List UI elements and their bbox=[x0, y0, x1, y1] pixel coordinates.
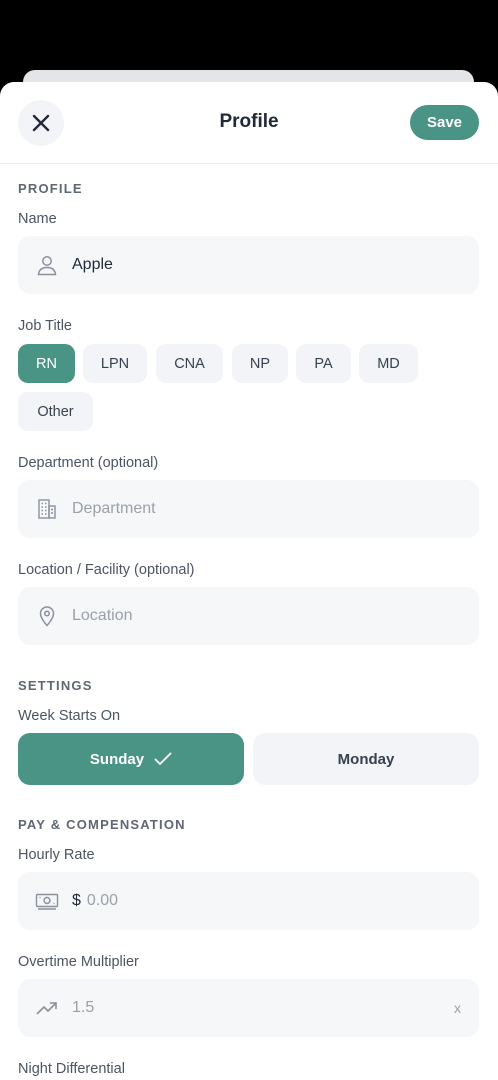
hourly-rate-placeholder: 0.00 bbox=[86, 892, 119, 909]
name-value: Apple bbox=[72, 256, 113, 273]
pay-section-label: PAY & COMPENSATION bbox=[18, 817, 186, 832]
monday-label: Monday bbox=[337, 750, 395, 768]
week-start-label: Week Starts On bbox=[18, 708, 121, 724]
checkmark-icon bbox=[154, 752, 172, 765]
overtime-field[interactable]: 1.5 x bbox=[18, 979, 479, 1037]
person-icon bbox=[35, 253, 59, 277]
department-field[interactable]: Department bbox=[18, 480, 479, 538]
job-chip-other[interactable]: Other bbox=[18, 392, 93, 431]
currency-symbol: $ bbox=[72, 892, 81, 909]
night-differential-label: Night Differential bbox=[18, 1061, 125, 1077]
save-button[interactable]: Save bbox=[410, 105, 479, 140]
location-label: Location / Facility (optional) bbox=[18, 562, 195, 578]
sheet-header: Profile Save bbox=[0, 82, 498, 164]
name-field[interactable]: Apple bbox=[18, 236, 479, 294]
cash-icon bbox=[35, 889, 59, 913]
job-chip-rn[interactable]: RN bbox=[18, 344, 75, 383]
location-pin-icon bbox=[35, 604, 59, 628]
job-title-label: Job Title bbox=[18, 318, 72, 334]
week-start-monday[interactable]: Monday bbox=[253, 733, 479, 785]
location-field[interactable]: Location bbox=[18, 587, 479, 645]
building-icon bbox=[35, 497, 59, 521]
job-chip-pa[interactable]: PA bbox=[296, 344, 351, 383]
week-start-sunday[interactable]: Sunday bbox=[18, 733, 244, 785]
trending-up-icon bbox=[35, 996, 59, 1020]
name-label: Name bbox=[18, 211, 57, 227]
sunday-label: Sunday bbox=[89, 750, 145, 768]
hourly-rate-field[interactable]: $ 0.00 bbox=[18, 872, 479, 930]
profile-section-label: PROFILE bbox=[18, 181, 83, 196]
overtime-placeholder: 1.5 bbox=[72, 999, 95, 1016]
department-placeholder: Department bbox=[72, 500, 156, 517]
hourly-rate-label: Hourly Rate bbox=[18, 847, 95, 863]
job-chip-cna[interactable]: CNA bbox=[156, 344, 223, 383]
department-label: Department (optional) bbox=[18, 455, 159, 471]
overtime-suffix: x bbox=[454, 1000, 461, 1016]
overtime-label: Overtime Multiplier bbox=[18, 954, 139, 970]
job-chip-np[interactable]: NP bbox=[232, 344, 288, 383]
job-chip-lpn[interactable]: LPN bbox=[83, 344, 147, 383]
settings-section-label: SETTINGS bbox=[18, 678, 93, 693]
profile-sheet: Profile Save PROFILE Name Apple Job Titl… bbox=[0, 82, 498, 1080]
location-placeholder: Location bbox=[72, 607, 133, 624]
job-chip-md[interactable]: MD bbox=[359, 344, 418, 383]
